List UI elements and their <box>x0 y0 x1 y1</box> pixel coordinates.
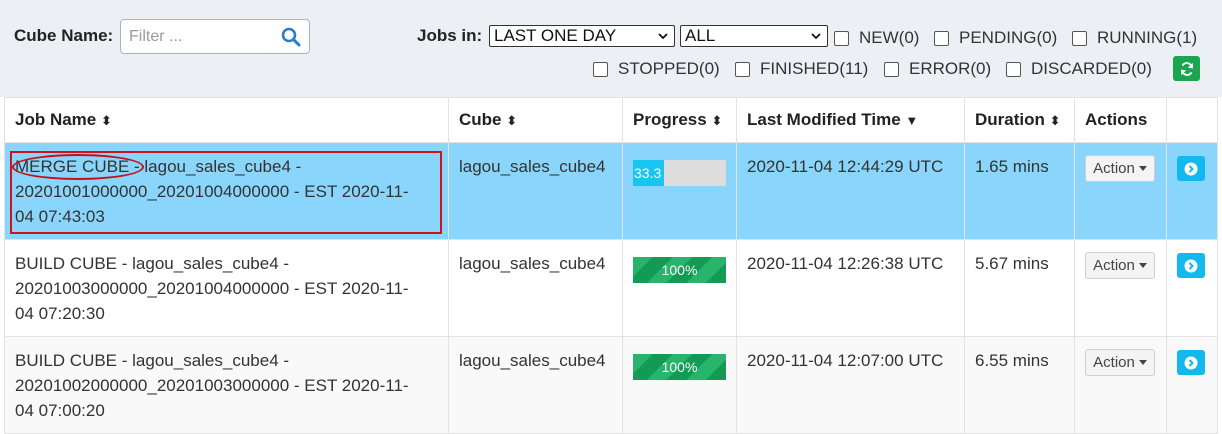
status-checkbox-stopped[interactable]: STOPPED(0) <box>593 59 720 79</box>
chevron-right-circle-icon <box>1184 259 1198 272</box>
job-detail-button[interactable] <box>1177 350 1205 375</box>
sort-icon: ⬍ <box>100 113 112 128</box>
status-label: FINISHED(11) <box>760 59 869 78</box>
duration-cell: 5.67 mins <box>964 239 1075 337</box>
column-header-last-modified[interactable]: Last Modified Time ▼ <box>736 97 965 143</box>
checkbox[interactable] <box>934 30 949 46</box>
duration-cell: 1.65 mins <box>964 142 1075 240</box>
checkbox[interactable] <box>1006 61 1021 77</box>
checkbox[interactable] <box>834 30 849 46</box>
table-row[interactable]: BUILD CUBE - lagou_sales_cube4 - 2020100… <box>4 239 1218 337</box>
sort-icon: ⬍ <box>711 113 723 128</box>
chevron-down-icon <box>658 33 668 40</box>
cube-filter-input[interactable] <box>129 26 279 48</box>
last-modified-cell: 2020-11-04 12:26:38 UTC <box>736 239 965 337</box>
cube-cell: lagou_sales_cube4 <box>448 336 623 434</box>
status-label: PENDING(0) <box>959 28 1058 47</box>
column-header-cube[interactable]: Cube ⬍ <box>448 97 623 143</box>
actions-cell: Action <box>1074 142 1167 240</box>
progress-bar: 33.3 <box>633 160 726 186</box>
detail-cell <box>1166 142 1218 240</box>
jobs-in-label: Jobs in: <box>417 26 483 45</box>
last-modified-cell: 2020-11-04 12:07:00 UTC <box>736 336 965 434</box>
column-header-duration[interactable]: Duration ⬍ <box>964 97 1075 143</box>
checkbox[interactable] <box>593 61 608 77</box>
caret-down-icon <box>1138 263 1147 268</box>
table-row[interactable]: MERGE CUBE - lagou_sales_cube4 - 2020100… <box>4 142 1218 240</box>
chevron-down-icon <box>811 33 821 40</box>
checkbox[interactable] <box>1072 30 1087 46</box>
cube-filter-field[interactable] <box>120 19 310 54</box>
status-checkbox-running[interactable]: RUNNING(1) <box>1072 28 1197 48</box>
status-checkbox-pending[interactable]: PENDING(0) <box>934 28 1057 48</box>
duration-cell: 6.55 mins <box>964 336 1075 434</box>
status-label: NEW(0) <box>859 28 920 47</box>
caret-down-icon <box>1138 360 1147 365</box>
cube-cell: lagou_sales_cube4 <box>448 142 623 240</box>
checkbox[interactable] <box>735 61 750 77</box>
status-checkbox-new[interactable]: NEW(0) <box>834 28 919 48</box>
detail-cell <box>1166 336 1218 434</box>
status-checkbox-error[interactable]: ERROR(0) <box>884 59 991 79</box>
progress-cell: 100% <box>622 336 737 434</box>
action-dropdown-button[interactable]: Action <box>1085 349 1155 376</box>
job-detail-button[interactable] <box>1177 156 1205 181</box>
action-dropdown-button[interactable]: Action <box>1085 252 1155 279</box>
column-header-detail <box>1166 97 1218 143</box>
table-row[interactable]: BUILD CUBE - lagou_sales_cube4 - 2020100… <box>4 336 1218 434</box>
detail-cell <box>1166 239 1218 337</box>
chevron-right-circle-icon <box>1184 162 1198 175</box>
time-range-value: LAST ONE DAY <box>494 26 617 45</box>
job-type: BUILD CUBE <box>15 351 118 370</box>
jobs-table: Job Name ⬍ Cube ⬍ Progress ⬍ Last Modifi… <box>4 97 1218 434</box>
time-range-select[interactable]: LAST ONE DAY <box>489 25 675 47</box>
status-checkbox-discarded[interactable]: DISCARDED(0) <box>1006 59 1152 79</box>
status-label: DISCARDED(0) <box>1031 59 1152 78</box>
job-name-cell[interactable]: MERGE CUBE - lagou_sales_cube4 - 2020100… <box>4 142 449 240</box>
job-type: MERGE CUBE <box>15 157 130 176</box>
table-header-row: Job Name ⬍ Cube ⬍ Progress ⬍ Last Modifi… <box>4 97 1218 143</box>
actions-cell: Action <box>1074 336 1167 434</box>
job-type-select[interactable]: ALL <box>680 25 828 47</box>
sort-icon: ⬍ <box>1049 113 1061 128</box>
progress-fill: 33.3 <box>633 160 664 186</box>
progress-cell: 100% <box>622 239 737 337</box>
last-modified-cell: 2020-11-04 12:44:29 UTC <box>736 142 965 240</box>
column-header-job-name[interactable]: Job Name ⬍ <box>4 97 449 143</box>
progress-fill: 100% <box>633 354 726 380</box>
refresh-button[interactable] <box>1173 56 1200 81</box>
sort-icon: ⬍ <box>506 113 518 128</box>
actions-cell: Action <box>1074 239 1167 337</box>
search-icon[interactable] <box>281 27 301 47</box>
column-header-progress[interactable]: Progress ⬍ <box>622 97 737 143</box>
cube-cell: lagou_sales_cube4 <box>448 239 623 337</box>
progress-bar: 100% <box>633 257 726 283</box>
job-detail-button[interactable] <box>1177 253 1205 278</box>
sort-desc-icon: ▼ <box>905 113 919 128</box>
caret-down-icon <box>1138 166 1147 171</box>
progress-cell: 33.3 <box>622 142 737 240</box>
job-type: BUILD CUBE <box>15 254 118 273</box>
job-name-cell[interactable]: BUILD CUBE - lagou_sales_cube4 - 2020100… <box>4 336 449 434</box>
job-filter-bar: Cube Name: Jobs in: LAST ONE DAY ALL NEW… <box>0 0 1222 97</box>
status-label: RUNNING(1) <box>1097 28 1198 47</box>
job-type-value: ALL <box>685 26 716 45</box>
chevron-right-circle-icon <box>1184 356 1198 369</box>
cube-name-label: Cube Name: <box>14 26 114 45</box>
job-name-cell[interactable]: BUILD CUBE - lagou_sales_cube4 - 2020100… <box>4 239 449 337</box>
status-label: STOPPED(0) <box>618 59 720 78</box>
action-dropdown-button[interactable]: Action <box>1085 155 1155 182</box>
progress-fill: 100% <box>633 257 726 283</box>
refresh-icon <box>1180 61 1193 76</box>
checkbox[interactable] <box>884 61 899 77</box>
progress-bar: 100% <box>633 354 726 380</box>
status-checkbox-finished[interactable]: FINISHED(11) <box>735 59 868 79</box>
status-label: ERROR(0) <box>909 59 992 78</box>
column-header-actions: Actions <box>1074 97 1167 143</box>
